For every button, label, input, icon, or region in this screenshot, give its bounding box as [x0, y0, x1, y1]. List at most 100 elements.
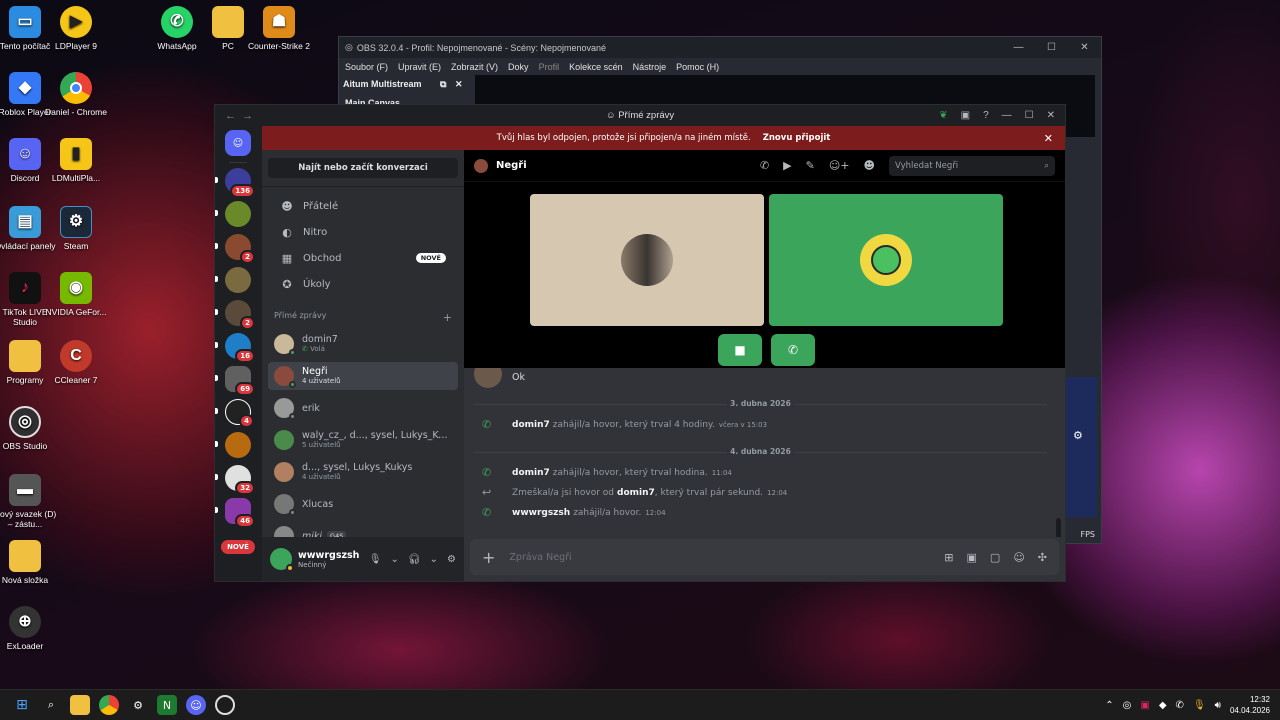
- obs-menu-view[interactable]: Zobrazit (V): [451, 62, 498, 72]
- participant-tile[interactable]: [769, 194, 1003, 326]
- sticker-icon[interactable]: ▢: [990, 551, 1000, 564]
- join-call-button[interactable]: ✆: [771, 334, 815, 366]
- maximize-icon[interactable]: ☐: [1035, 42, 1068, 53]
- server-folder[interactable]: 46: [225, 498, 255, 528]
- desktop-icon-nvidia[interactable]: ◉ NVIDIA GeFor...: [43, 272, 109, 317]
- desktop-icon-cs2[interactable]: ☗ Counter-Strike 2: [246, 6, 312, 51]
- new-unreads-pill[interactable]: NOVÉ: [221, 540, 255, 554]
- video-call-icon[interactable]: ▶: [783, 159, 791, 172]
- discord-icon[interactable]: ☺: [186, 695, 206, 715]
- tray-app-icon[interactable]: ◎: [1123, 700, 1132, 711]
- server-icon[interactable]: 2: [225, 234, 255, 264]
- add-friends-icon[interactable]: ☺+: [829, 159, 850, 172]
- server-icon[interactable]: 16: [225, 333, 255, 363]
- tray-app-icon[interactable]: ◆: [1159, 700, 1167, 711]
- settings-gear-icon[interactable]: ⚙: [447, 554, 456, 565]
- discord-titlebar[interactable]: ←→ ☺ Přímé zprávy ❦ ▣ ? — ☐ ✕: [215, 105, 1065, 126]
- server-folder[interactable]: 69: [225, 366, 255, 396]
- emoji-icon[interactable]: ☺: [1013, 551, 1024, 564]
- nav-quests[interactable]: ✪ Úkoly: [268, 271, 458, 297]
- server-icon[interactable]: [225, 201, 251, 227]
- message-composer[interactable]: + Zpráva Negři ⊞ ▣ ▢ ☺ ✣: [470, 539, 1059, 575]
- apps-icon[interactable]: ✣: [1038, 551, 1047, 564]
- nav-shop[interactable]: ▦ Obchod NOVÉ: [268, 245, 458, 271]
- scrollbar[interactable]: [1056, 518, 1061, 537]
- microphone-icon[interactable]: 🎙︎: [1193, 700, 1206, 711]
- obs-icon[interactable]: [215, 695, 235, 715]
- start-windows-icon[interactable]: ⊞: [12, 695, 32, 715]
- close-icon[interactable]: ✕: [1047, 110, 1055, 121]
- server-icon[interactable]: [225, 267, 251, 293]
- desktop-icon-nova-slozka[interactable]: Nová složka: [0, 540, 58, 585]
- settings-gear-icon[interactable]: ⚙: [1073, 429, 1083, 442]
- gif-icon[interactable]: ▣: [967, 551, 977, 564]
- attach-plus-icon[interactable]: +: [482, 548, 495, 567]
- maximize-icon[interactable]: ☐: [1025, 110, 1034, 121]
- chevron-up-icon[interactable]: ⌃: [1105, 700, 1113, 711]
- chevron-down-icon[interactable]: ⌄: [430, 554, 438, 565]
- chrome-icon[interactable]: [99, 695, 119, 715]
- dm-item[interactable]: erik: [268, 394, 458, 422]
- message-input[interactable]: Zpráva Negři: [509, 552, 571, 563]
- close-icon[interactable]: ✕: [1044, 132, 1053, 145]
- server-icon[interactable]: 4: [225, 399, 254, 428]
- pin-icon[interactable]: ✎: [806, 159, 815, 172]
- settings-gear-icon[interactable]: ⚙: [128, 695, 148, 715]
- search-icon[interactable]: ⌕: [41, 695, 61, 715]
- help-icon[interactable]: ?: [983, 110, 989, 121]
- microphone-icon[interactable]: 🎙︎: [369, 554, 382, 565]
- obs-titlebar[interactable]: ◎ OBS 32.0.4 - Profil: Nepojmenované - S…: [339, 37, 1101, 58]
- members-icon[interactable]: ☻: [864, 159, 875, 172]
- video-button[interactable]: ■: [718, 334, 762, 366]
- minimize-icon[interactable]: —: [1002, 42, 1035, 53]
- obs-menu-docks[interactable]: Doky: [508, 62, 529, 72]
- discord-window[interactable]: ←→ ☺ Přímé zprávy ❦ ▣ ? — ☐ ✕ ☺ 136 2 2 …: [214, 104, 1066, 582]
- dm-item[interactable]: waly_cz_, d..., sysel, Lukys_Kukys 5 uži…: [268, 426, 458, 454]
- desktop-icon-ldmulti[interactable]: ▮ LDMultiPla...: [43, 138, 109, 183]
- file-explorer-icon[interactable]: [70, 695, 90, 715]
- dock-close-icon[interactable]: ✕: [455, 79, 463, 89]
- desktop-icon-drive-d[interactable]: ▬ Nový svazek (D) – zástu...: [0, 474, 58, 529]
- tray-app-icon[interactable]: ✆: [1176, 700, 1184, 711]
- avatar[interactable]: [270, 548, 294, 572]
- obs-menu-tools[interactable]: Nástroje: [633, 62, 667, 72]
- desktop-icon-obs[interactable]: ◎ OBS Studio: [0, 406, 58, 451]
- voice-call-icon[interactable]: ✆: [760, 159, 769, 172]
- chevron-down-icon[interactable]: ⌄: [391, 554, 399, 565]
- desktop-icon-chrome[interactable]: Daniel - Chrome: [43, 72, 109, 117]
- dm-item[interactable]: Xlucas: [268, 490, 458, 518]
- server-icon[interactable]: [225, 432, 251, 458]
- reconnect-button[interactable]: Znovu připojit: [763, 133, 831, 143]
- participant-tile[interactable]: [530, 194, 764, 326]
- desktop-icon-ccleaner[interactable]: C CCleaner 7: [43, 340, 109, 385]
- nav-arrows[interactable]: ←→: [215, 110, 259, 122]
- nav-nitro[interactable]: ◐ Nitro: [268, 219, 458, 245]
- tray-app-icon[interactable]: ▣: [1140, 700, 1149, 711]
- obs-menu-edit[interactable]: Upravit (E): [398, 62, 441, 72]
- obs-menu-scene-collection[interactable]: Kolekce scén: [569, 62, 623, 72]
- obs-menu-profile[interactable]: Profil: [539, 62, 560, 72]
- nitro-leaf-icon[interactable]: ❦: [939, 110, 947, 121]
- search-input[interactable]: Vyhledat Negři ⌕: [889, 155, 1055, 176]
- inbox-icon[interactable]: ▣: [961, 110, 970, 121]
- server-icon[interactable]: 32: [225, 465, 255, 495]
- desktop-icon-exloader[interactable]: ⊕ ExLoader: [0, 606, 58, 651]
- dm-item[interactable]: domin7 ✆ Volá: [268, 330, 458, 358]
- dock-float-icon[interactable]: ⧉: [440, 79, 446, 89]
- speaker-icon[interactable]: 🔊︎: [1215, 700, 1221, 711]
- notepad-icon[interactable]: N: [157, 695, 177, 715]
- dm-item[interactable]: Negři 4 uživatelů: [268, 362, 458, 390]
- gift-icon[interactable]: ⊞: [944, 551, 953, 564]
- dm-home-button[interactable]: ☺: [225, 130, 251, 156]
- minimize-icon[interactable]: —: [1002, 110, 1012, 121]
- server-icon[interactable]: 2: [225, 300, 255, 330]
- close-icon[interactable]: ✕: [1068, 42, 1101, 53]
- nav-friends[interactable]: ☻ Přátelé: [268, 193, 458, 219]
- obs-menu-file[interactable]: Soubor (F): [345, 62, 388, 72]
- create-dm-icon[interactable]: +: [443, 311, 452, 324]
- obs-menu-help[interactable]: Pomoc (H): [676, 62, 719, 72]
- headphones-icon[interactable]: 🎧︎: [408, 554, 421, 565]
- clock[interactable]: 12:32 04.04.2026: [1230, 694, 1270, 716]
- find-conversation-button[interactable]: Najít nebo začít konverzaci: [268, 158, 458, 178]
- dm-item[interactable]: d..., sysel, Lukys_Kukys 4 uživatelů: [268, 458, 458, 486]
